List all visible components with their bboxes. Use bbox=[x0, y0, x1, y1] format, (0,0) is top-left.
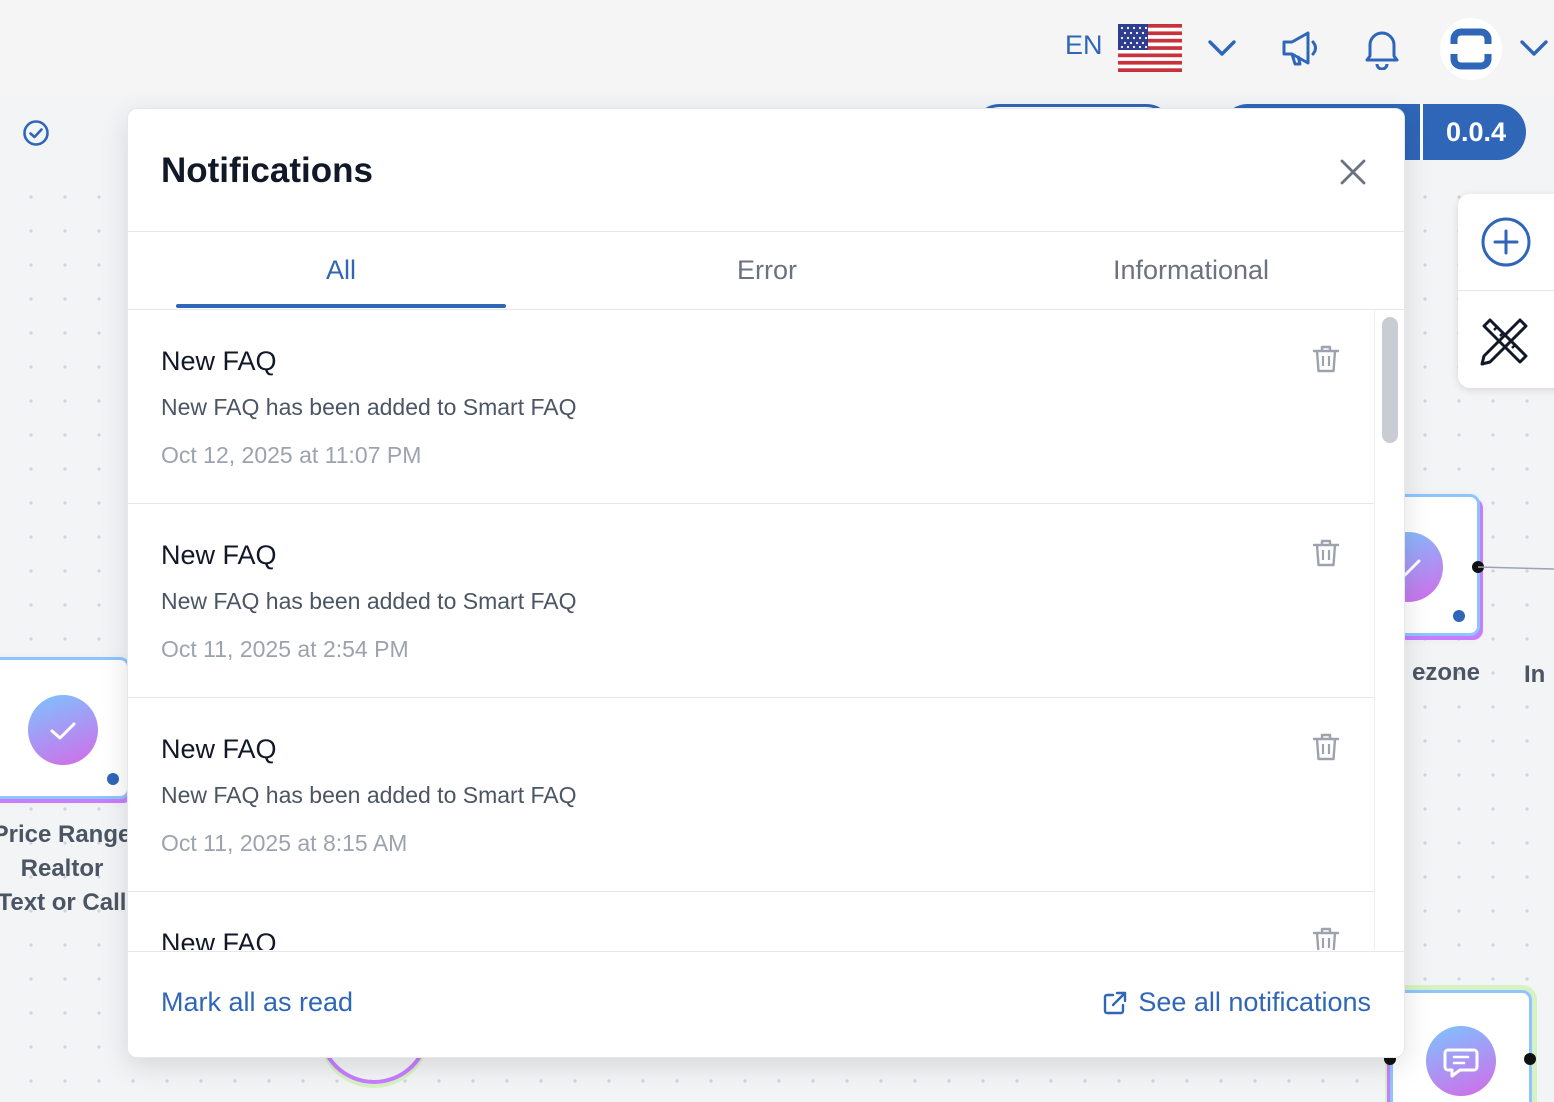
brand-logo-icon bbox=[1448, 28, 1494, 70]
notification-item[interactable]: New FAQ New FAQ has been added to Smart … bbox=[128, 698, 1374, 892]
flow-node-message[interactable] bbox=[1390, 990, 1532, 1102]
external-link-icon bbox=[1104, 991, 1127, 1014]
trash-icon[interactable] bbox=[1312, 732, 1340, 762]
chevron-down-icon[interactable] bbox=[1518, 34, 1550, 62]
tools-divider bbox=[1458, 290, 1554, 291]
node-check-icon bbox=[28, 695, 98, 765]
add-node-icon[interactable] bbox=[1480, 216, 1532, 268]
notification-item[interactable]: New FAQ New FAQ has been added to Smart … bbox=[128, 310, 1374, 504]
notification-item[interactable]: New FAQ bbox=[128, 892, 1374, 950]
notification-title: New FAQ bbox=[161, 540, 277, 570]
bell-icon[interactable] bbox=[1362, 26, 1402, 70]
user-avatar[interactable] bbox=[1440, 18, 1502, 80]
mark-all-read-link[interactable]: Mark all as read bbox=[161, 987, 353, 1018]
active-tab-indicator bbox=[176, 304, 506, 308]
see-all-notifications-link[interactable]: See all notifications bbox=[1102, 987, 1371, 1018]
megaphone-icon[interactable] bbox=[1280, 28, 1324, 68]
flow-node-price-range[interactable] bbox=[0, 657, 130, 799]
node-label-partial: In bbox=[1524, 661, 1546, 688]
footer-divider bbox=[128, 951, 1404, 952]
tab-informational[interactable]: Informational bbox=[1026, 231, 1356, 309]
check-circle-icon[interactable] bbox=[22, 119, 50, 147]
notification-timestamp: Oct 11, 2025 at 2:54 PM bbox=[161, 636, 409, 662]
see-all-label: See all notifications bbox=[1138, 987, 1371, 1017]
us-flag-icon[interactable] bbox=[1118, 24, 1182, 72]
version-badge[interactable]: 0.0.4 bbox=[1426, 104, 1526, 160]
canvas-tools bbox=[1458, 194, 1554, 388]
chevron-down-icon[interactable] bbox=[1206, 34, 1238, 62]
notification-message: New FAQ has been added to Smart FAQ bbox=[161, 394, 577, 420]
notifications-list[interactable]: New FAQ New FAQ has been added to Smart … bbox=[128, 310, 1374, 950]
design-tools-icon[interactable] bbox=[1478, 314, 1532, 368]
notification-message: New FAQ has been added to Smart FAQ bbox=[161, 782, 577, 808]
notification-item[interactable]: New FAQ New FAQ has been added to Smart … bbox=[128, 504, 1374, 698]
notification-title: New FAQ bbox=[161, 928, 277, 950]
language-code[interactable]: EN bbox=[1065, 30, 1103, 61]
top-header: EN bbox=[0, 0, 1554, 96]
tab-all[interactable]: All bbox=[176, 231, 506, 309]
node-chat-icon bbox=[1426, 1026, 1496, 1096]
node-output-port[interactable] bbox=[1524, 1053, 1536, 1065]
tab-error[interactable]: Error bbox=[602, 231, 932, 309]
notifications-panel: Notifications All Error Informational Ne… bbox=[127, 108, 1405, 1058]
trash-icon[interactable] bbox=[1312, 344, 1340, 374]
trash-icon[interactable] bbox=[1312, 926, 1340, 950]
trash-icon[interactable] bbox=[1312, 538, 1340, 568]
connector-line bbox=[1478, 566, 1554, 570]
notification-message: New FAQ has been added to Smart FAQ bbox=[161, 588, 577, 614]
notification-timestamp: Oct 11, 2025 at 8:15 AM bbox=[161, 830, 408, 856]
node-status-dot bbox=[1453, 610, 1465, 622]
scrollbar-thumb[interactable] bbox=[1382, 317, 1398, 443]
notifications-title: Notifications bbox=[161, 151, 373, 190]
notification-title: New FAQ bbox=[161, 734, 277, 764]
notification-title: New FAQ bbox=[161, 346, 277, 376]
button-divider bbox=[1420, 104, 1423, 160]
notification-timestamp: Oct 12, 2025 at 11:07 PM bbox=[161, 442, 422, 468]
close-icon[interactable] bbox=[1336, 155, 1370, 189]
node-status-dot bbox=[107, 773, 119, 785]
